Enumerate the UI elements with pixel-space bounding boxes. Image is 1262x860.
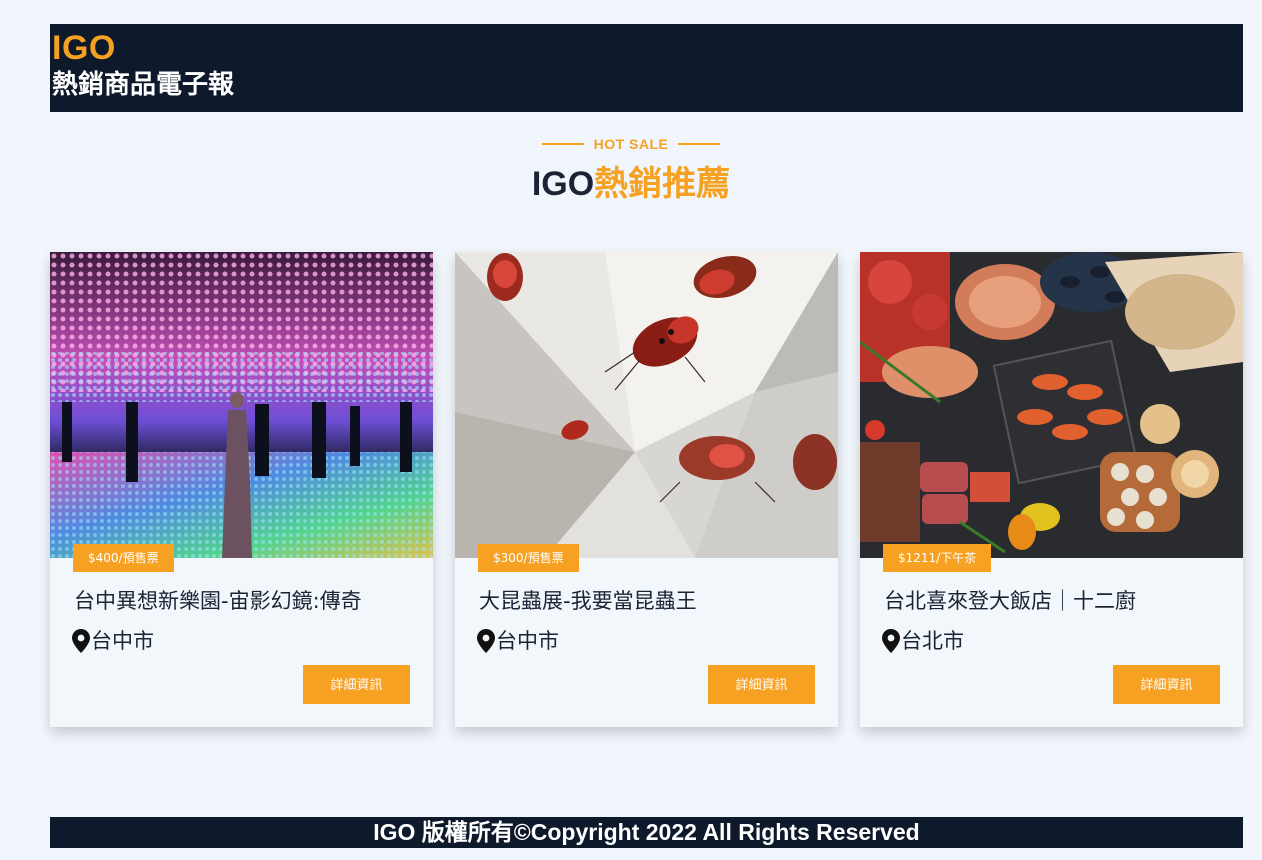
seafood-platter-photo xyxy=(860,252,1243,558)
eyebrow-divider-left xyxy=(541,143,584,145)
product-card: $400/預售票 台中異想新樂園-宙影幻鏡:傳奇 台中市 詳細資訊 xyxy=(50,252,433,727)
section-eyebrow: HOT SALE xyxy=(0,136,1262,152)
location-pin-icon xyxy=(477,629,495,653)
location-label: 台中市 xyxy=(91,629,154,653)
product-title[interactable]: 台中異想新樂園-宙影幻鏡:傳奇 xyxy=(74,586,417,616)
beetle-exhibit-photo xyxy=(455,252,838,558)
details-button[interactable]: 詳細資訊 xyxy=(1113,665,1220,704)
red-beetle xyxy=(487,253,523,301)
eyebrow-divider-right xyxy=(678,143,721,145)
product-location: 台北市 xyxy=(882,626,964,656)
location-label: 台北市 xyxy=(901,629,964,653)
location-pin-icon xyxy=(72,629,90,653)
product-title[interactable]: 大昆蟲展-我要當昆蟲王 xyxy=(479,586,822,616)
red-beetle xyxy=(679,436,755,480)
price-badge: $1211/下午茶 xyxy=(883,544,992,572)
product-card: $300/預售票 大昆蟲展-我要當昆蟲王 台中市 詳細資訊 xyxy=(455,252,838,727)
product-title[interactable]: 台北喜來登大飯店｜十二廚 xyxy=(884,586,1227,616)
location-label: 台中市 xyxy=(496,629,559,653)
newsletter-subtitle: 熱銷商品電子報 xyxy=(52,70,235,100)
details-button[interactable]: 詳細資訊 xyxy=(708,665,815,704)
details-button[interactable]: 詳細資訊 xyxy=(303,665,410,704)
product-card: $1211/下午茶 台北喜來登大飯店｜十二廚 台北市 詳細資訊 xyxy=(860,252,1243,727)
eyebrow-label: HOT SALE xyxy=(593,136,669,152)
brand-logo[interactable]: IGO xyxy=(52,28,1243,68)
section-title-brand: IGO xyxy=(531,165,595,203)
header-banner: IGO 熱銷商品電子報 xyxy=(50,24,1243,112)
price-badge: $300/預售票 xyxy=(478,544,579,572)
product-image[interactable] xyxy=(860,252,1243,558)
footer-copyright: IGO 版權所有©Copyright 2022 All Rights Reser… xyxy=(50,817,1243,848)
price-badge: $400/預售票 xyxy=(73,544,174,572)
lantern-art-photo xyxy=(50,252,433,558)
product-location: 台中市 xyxy=(72,626,154,656)
product-location: 台中市 xyxy=(477,626,559,656)
product-image[interactable] xyxy=(50,252,433,558)
red-beetle xyxy=(793,434,837,490)
location-pin-icon xyxy=(882,629,900,653)
section-title-text: 熱銷推薦 xyxy=(594,164,731,204)
section-title: IGO熱銷推薦 xyxy=(0,162,1262,206)
product-image[interactable] xyxy=(455,252,838,558)
